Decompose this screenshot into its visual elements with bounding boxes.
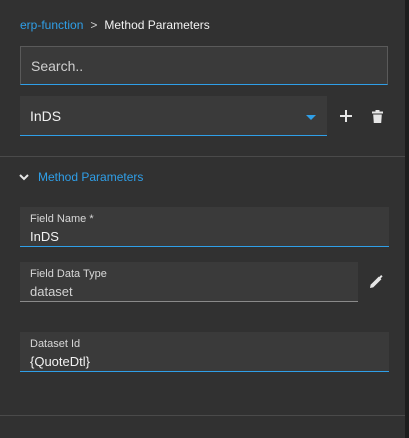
pencil-icon [370, 275, 383, 288]
breadcrumb-separator: > [90, 18, 98, 32]
required-marker: * [89, 213, 94, 225]
parameter-select[interactable]: InDS [20, 96, 327, 136]
plus-icon [340, 110, 352, 122]
method-parameters-panel: erp-function > Method Parameters InDS Me… [0, 0, 405, 438]
panel-edge [405, 0, 409, 438]
breadcrumb-current: Method Parameters [104, 18, 210, 32]
field-data-type-value: dataset [30, 284, 73, 299]
breadcrumb-link-erp-function[interactable]: erp-function [20, 18, 83, 32]
field-name-label: Field Name * [30, 213, 94, 225]
dataset-id-label: Dataset Id [30, 338, 81, 350]
field-name-value: InDS [30, 229, 59, 244]
search-input[interactable] [21, 47, 387, 84]
section-header-method-parameters[interactable]: Method Parameters [18, 168, 143, 186]
parameter-select-value: InDS [30, 108, 62, 124]
edit-data-type-button[interactable] [366, 272, 386, 292]
section-title: Method Parameters [38, 170, 144, 184]
field-data-type-label: Field Data Type [30, 268, 107, 280]
section-divider-top [0, 156, 405, 157]
field-name-field[interactable]: Field Name * InDS [20, 207, 389, 247]
chevron-down-icon [19, 174, 29, 181]
trash-icon [371, 109, 383, 123]
field-name-label-text: Field Name [30, 213, 87, 225]
search-box [20, 46, 388, 85]
dataset-id-field[interactable]: Dataset Id {QuoteDtl} [20, 332, 389, 372]
breadcrumb: erp-function > Method Parameters [20, 17, 210, 33]
delete-parameter-button[interactable] [367, 106, 387, 126]
dataset-id-value: {QuoteDtl} [30, 354, 90, 369]
dropdown-caret-icon [306, 115, 316, 120]
field-data-type-field[interactable]: Field Data Type dataset [20, 262, 358, 302]
add-parameter-button[interactable] [336, 106, 356, 126]
section-divider-bottom [0, 415, 405, 416]
